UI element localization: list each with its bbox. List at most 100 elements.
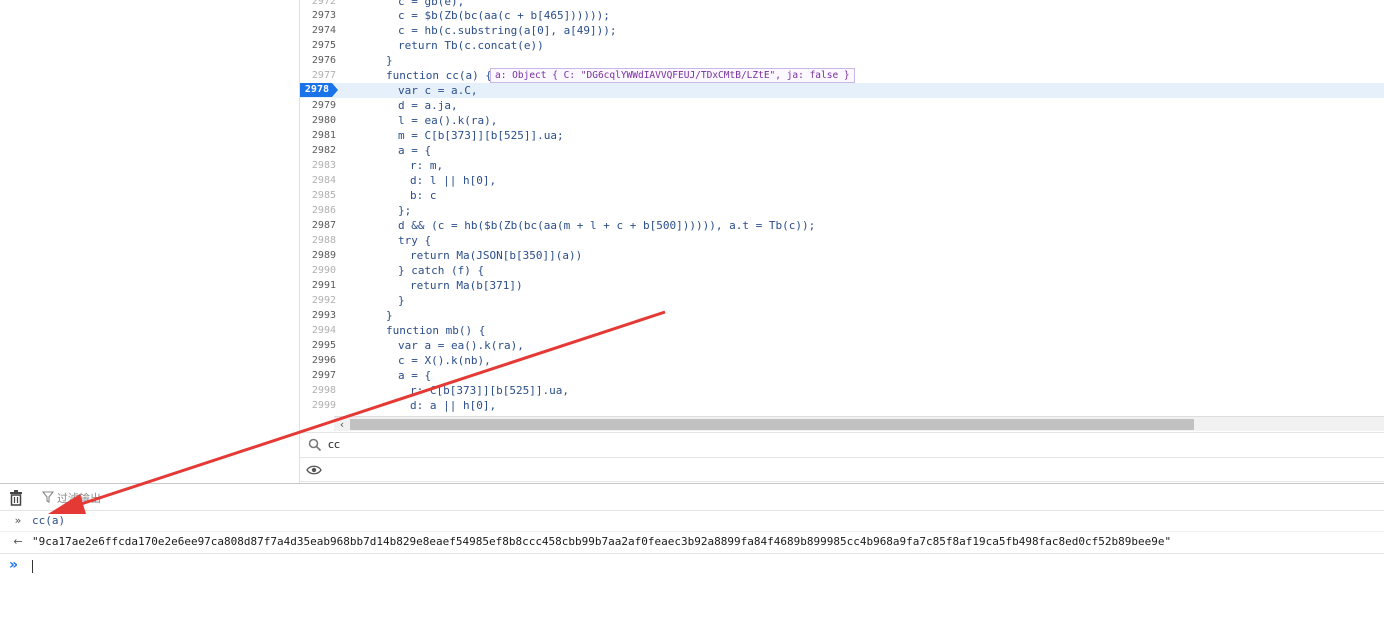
code-text: m = C[b[373]][b[525]].ua; [398,129,564,142]
trash-icon[interactable] [9,490,23,506]
code-line: 2975 return Tb(c.concat(e)) [300,38,1384,53]
line-number[interactable]: 3000 [300,413,336,416]
line-number[interactable]: 2975 [300,38,336,53]
code-line: 2977 function cc(a) { a: Object { C: "DG… [300,68,1384,83]
code-text: d && (c = hb($b(Zb(bc(aa(m + l + c + b[5… [398,219,816,232]
code-line: 2986 }; [300,203,1384,218]
code-line: 2985 b: c [300,188,1384,203]
code-text: b: c [410,189,437,202]
line-number[interactable]: 2973 [300,8,336,23]
code-text: } [386,54,393,67]
search-input[interactable]: cc [328,438,340,451]
code-line: 2998 r: C[b[373]][b[525]].ua, [300,383,1384,398]
code-line: 2992 } [300,293,1384,308]
code-line: 2997 a = { [300,368,1384,383]
filter-output-input[interactable]: 过滤输出 [57,490,101,506]
code-text: function mb() { [386,324,486,337]
code-text: a = { [398,369,432,382]
input-chevron-icon: » [14,514,22,527]
line-number[interactable]: 2976 [300,53,336,68]
result-arrow-icon: ← [13,535,23,548]
line-number[interactable]: 2997 [300,368,336,383]
code-text: d: a || h[0], [410,399,497,412]
code-text: r: m, [410,159,444,172]
code-text: d: l || h[0], [410,174,497,187]
sources-sidebar [0,0,300,483]
line-number[interactable]: 2992 [300,293,336,308]
code-text: } [398,294,405,307]
line-number[interactable]: 2988 [300,233,336,248]
code-text: function cc(a) { [386,69,492,82]
filter-icon [42,491,54,503]
code-text: var a = ea().k(ra), [398,339,524,352]
debugger-panel: 2972 c = gb(e), 2973 c = $b(Zb(bc(aa(c +… [0,0,1384,483]
code-line: 2982 a = { [300,143,1384,158]
code-text: l = ea().k(ra), [398,114,498,127]
eye-icon[interactable] [306,463,322,477]
code-text: } catch (f) { [398,264,485,277]
code-line: 2995 var a = ea().k(ra), [300,338,1384,353]
line-number[interactable]: 2986 [300,203,336,218]
code-line: 2973 c = $b(Zb(bc(aa(c + b[465]))))); [300,8,1384,23]
code-line: 2980 l = ea().k(ra), [300,113,1384,128]
line-number[interactable]: 2979 [300,98,336,113]
code-text: c = X().k(nb), [398,354,491,367]
code-line: 2976 } [300,53,1384,68]
code-line: 2999 d: a || h[0], [300,398,1384,413]
search-icon [308,438,322,452]
line-number[interactable]: 2987 [300,218,336,233]
code-line: 2988 try { [300,233,1384,248]
line-number[interactable]: 2991 [300,278,336,293]
code-line: 2990 } catch (f) { [300,263,1384,278]
search-bar[interactable]: cc [300,432,1384,458]
code-text: try { [398,234,432,247]
line-number[interactable]: 2998 [300,383,336,398]
line-number[interactable]: 2985 [300,188,336,203]
watch-expressions-row[interactable] [300,458,1384,482]
console-prompt[interactable]: » [0,553,1384,577]
code-text: return Ma(b[371]) [410,279,523,292]
console-toolbar: 过滤输出 [0,484,1384,511]
code-text: return Tb(c.concat(e)) [398,39,544,52]
line-number[interactable]: 2982 [300,143,336,158]
line-number[interactable]: 2980 [300,113,336,128]
console-input-entry: » cc(a) [0,511,1384,531]
line-number[interactable]: 2983 [300,158,336,173]
code-text: d = a.ja, [398,99,458,112]
prompt-chevron-icon: » [9,557,19,573]
code-text: } [386,309,393,322]
line-number[interactable]: 2989 [300,248,336,263]
code-line: 2983 r: m, [300,158,1384,173]
horizontal-scrollbar[interactable]: ‹ [334,416,1384,431]
code-text: c = hb(c.substring(a[0], a[49])); [398,24,617,37]
line-number[interactable]: 2994 [300,323,336,338]
scroll-left-icon[interactable]: ‹ [334,417,350,432]
inline-variable-preview[interactable]: a: Object { C: "DG6cqlYWWdIAVVQFEUJ/TDxC… [490,68,855,83]
code-line: 2993 } [300,308,1384,323]
line-number[interactable]: 2999 [300,398,336,413]
code-line: 2989 return Ma(JSON[b[350]](a)) [300,248,1384,263]
code-line: 2984 d: l || h[0], [300,173,1384,188]
console-expression: cc(a) [32,514,66,527]
code-line: 2981 m = C[b[373]][b[525]].ua; [300,128,1384,143]
code-text: }; [398,204,412,217]
code-text: r: C[b[373]][b[525]].ua, [410,384,569,397]
line-number[interactable]: 2990 [300,263,336,278]
code-line: 2994 function mb() { [300,323,1384,338]
code-line: 2991 return Ma(b[371]) [300,278,1384,293]
line-number[interactable]: 2977 [300,68,336,83]
breakpoint-marker[interactable]: 2978 [300,83,338,97]
line-number[interactable]: 2993 [300,308,336,323]
code-text: c = $b(Zb(bc(aa(c + b[465]))))); [398,9,610,22]
line-number[interactable]: 2974 [300,23,336,38]
line-number[interactable]: 2981 [300,128,336,143]
text-caret [32,560,33,573]
code-editor[interactable]: 2972 c = gb(e), 2973 c = $b(Zb(bc(aa(c +… [300,0,1384,416]
line-number[interactable]: 2995 [300,338,336,353]
code-line: 2996 c = X().k(nb), [300,353,1384,368]
line-number[interactable]: 2996 [300,353,336,368]
code-text: return Ma(JSON[b[350]](a)) [410,249,583,262]
scrollbar-thumb[interactable] [350,419,1194,430]
line-number[interactable]: 2984 [300,173,336,188]
console-result-value[interactable]: "9ca17ae2e6ffcda170e2e6ee97ca808d87f7a4d… [32,532,1171,552]
